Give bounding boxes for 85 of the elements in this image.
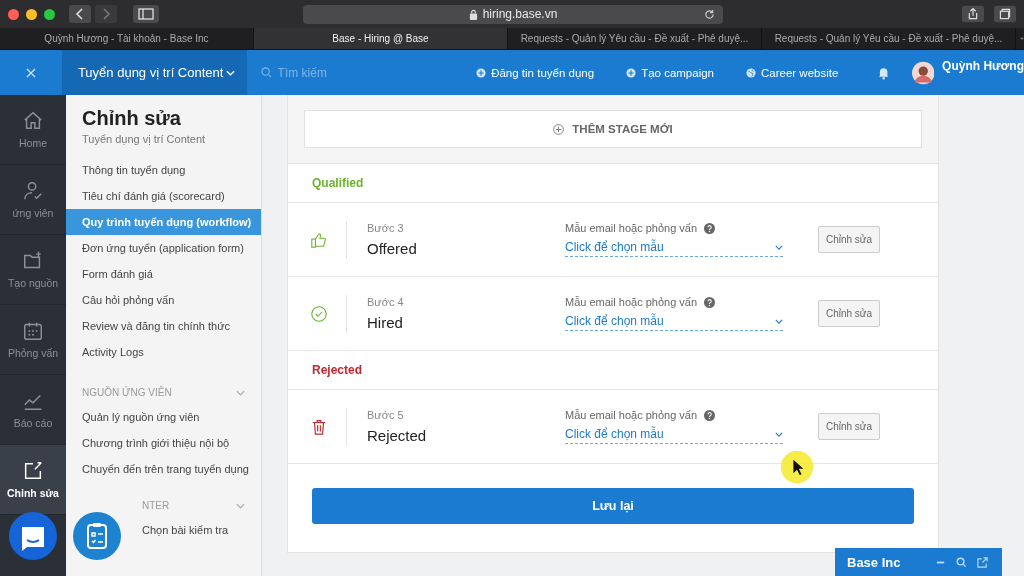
share-icon[interactable]	[962, 5, 984, 23]
field-label: Mẫu email hoặc phỏng vấn	[565, 222, 698, 234]
stage-name: Hired	[367, 314, 404, 331]
chat-widget-bar[interactable]: Base Inc	[835, 548, 1002, 576]
url-text: hiring.base.vn	[482, 7, 558, 21]
chat-icon[interactable]	[9, 512, 57, 560]
section-heading: NTER	[142, 500, 170, 511]
header-link[interactable]: Đăng tin tuyển dụng	[476, 66, 595, 79]
bell-icon[interactable]	[878, 65, 890, 80]
help-icon[interactable]	[704, 296, 716, 308]
field-label: Mẫu email hoặc phỏng vấn	[565, 409, 698, 421]
search-icon[interactable]	[956, 556, 967, 568]
save-button[interactable]: Lưu lại	[312, 488, 914, 524]
caret-icon	[775, 244, 783, 250]
lock-icon	[468, 8, 478, 20]
edit-button[interactable]: Chỉnh sửa	[818, 300, 880, 327]
template-dropdown[interactable]: Click để chọn mẫu	[565, 427, 783, 444]
nav-item[interactable]: Chỉnh sửa	[0, 445, 66, 515]
sidebar-item[interactable]: Thông tin tuyển dụng	[66, 157, 261, 183]
close-window-icon[interactable]	[8, 8, 19, 20]
edit-button[interactable]: Chỉnh sửa	[818, 226, 880, 253]
thumbs-up-icon	[310, 230, 328, 249]
field-label: Mẫu email hoặc phỏng vấn	[565, 296, 698, 308]
cursor-highlight	[779, 449, 815, 485]
sidebar-title: Chỉnh sửa	[81, 107, 182, 130]
plus-circle-icon	[476, 67, 487, 78]
add-stage-button[interactable]: THÊM STAGE MỚI	[304, 110, 922, 148]
sidebar-icon[interactable]	[133, 5, 159, 23]
back-icon[interactable]	[69, 5, 91, 23]
browser-tab[interactable]: Requests - Quản lý Yêu cầu - Đề xuất - Phê duyệ...	[508, 28, 762, 49]
home-icon	[22, 110, 44, 132]
external-link-icon[interactable]	[977, 556, 988, 568]
minimize-window-icon[interactable]	[26, 8, 37, 20]
check-circle-icon	[310, 304, 328, 323]
globe-icon	[746, 67, 756, 78]
job-selector[interactable]: Tuyển dụng vị trí Content	[61, 50, 247, 95]
sidebar-item[interactable]: Quản lý nguồn ứng viên	[66, 404, 261, 430]
search-field[interactable]: Tìm kiếm	[277, 65, 438, 80]
caret-icon	[225, 69, 235, 76]
widget-title: Base Inc	[847, 554, 901, 570]
browser-tab[interactable]: Base - Hiring @ Base	[254, 28, 508, 49]
caret-icon	[775, 431, 783, 437]
sidebar-item[interactable]: Review và đăng tin chính thức	[66, 313, 261, 339]
search-icon	[260, 67, 272, 78]
edit-icon	[22, 460, 44, 482]
trash-icon[interactable]	[310, 417, 328, 436]
stage-group-title: Qualified	[312, 176, 364, 190]
sidebar-item[interactable]: Chọn bài kiểm tra	[66, 517, 261, 543]
sidebar-item[interactable]: Activity Logs	[66, 339, 261, 365]
reload-icon[interactable]	[704, 8, 715, 20]
sidebar-item[interactable]: Câu hỏi phỏng vấn	[66, 287, 261, 313]
sidebar-subtitle: Tuyển dụng vị trí Content	[81, 133, 207, 145]
caret-icon	[775, 318, 783, 324]
sidebar-item[interactable]: Đơn ứng tuyển (application form)	[66, 235, 261, 261]
edit-button[interactable]: Chỉnh sửa	[818, 413, 880, 440]
sidebar-item[interactable]: Tiêu chí đánh giá (scorecard)	[66, 183, 261, 209]
template-dropdown[interactable]: Click để chọn mẫu	[565, 240, 783, 257]
plus-circle-icon	[626, 67, 637, 78]
step-label: Bước 4	[367, 296, 405, 308]
sidebar-item[interactable]: Chương trình giới thiệu nội bộ	[66, 430, 261, 456]
stage-name: Rejected	[367, 427, 428, 444]
help-icon[interactable]	[704, 409, 716, 421]
step-label: Bước 3	[367, 222, 405, 234]
address-bar[interactable]: hiring.base.vn	[303, 4, 723, 24]
avatar[interactable]	[911, 60, 935, 85]
zoom-window-icon[interactable]	[44, 8, 55, 20]
header-link[interactable]: Career website	[746, 66, 839, 79]
stage-name: Offered	[367, 240, 418, 257]
user-name[interactable]: Quỳnh Hương	[942, 59, 1024, 73]
header-link[interactable]: Tạo campaign	[626, 66, 714, 79]
sidebar-item[interactable]: Chuyển đến trên trang tuyển dụng	[66, 456, 261, 482]
browser-tab[interactable]: Requests - Quản lý Yêu cầu - Đề xuất - Phê duyệ...	[762, 28, 1016, 49]
step-label: Bước 5	[367, 409, 405, 421]
section-heading: NGUỒN ỨNG VIÊN	[82, 387, 172, 398]
clipboard-icon[interactable]	[73, 512, 121, 560]
sidebar-item[interactable]: Form đánh giá	[66, 261, 261, 287]
calendar-icon	[22, 320, 44, 342]
sidebar-item[interactable]: Quy trình tuyển dụng (workflow)	[66, 209, 261, 235]
stage-group-title: Rejected	[312, 363, 363, 377]
template-dropdown[interactable]: Click để chọn mẫu	[565, 314, 783, 331]
tabs-overview-icon[interactable]	[994, 5, 1016, 23]
person-icon	[22, 180, 44, 202]
plus-circle-icon	[553, 123, 565, 135]
help-icon[interactable]	[704, 222, 716, 234]
close-icon[interactable]	[25, 67, 36, 78]
